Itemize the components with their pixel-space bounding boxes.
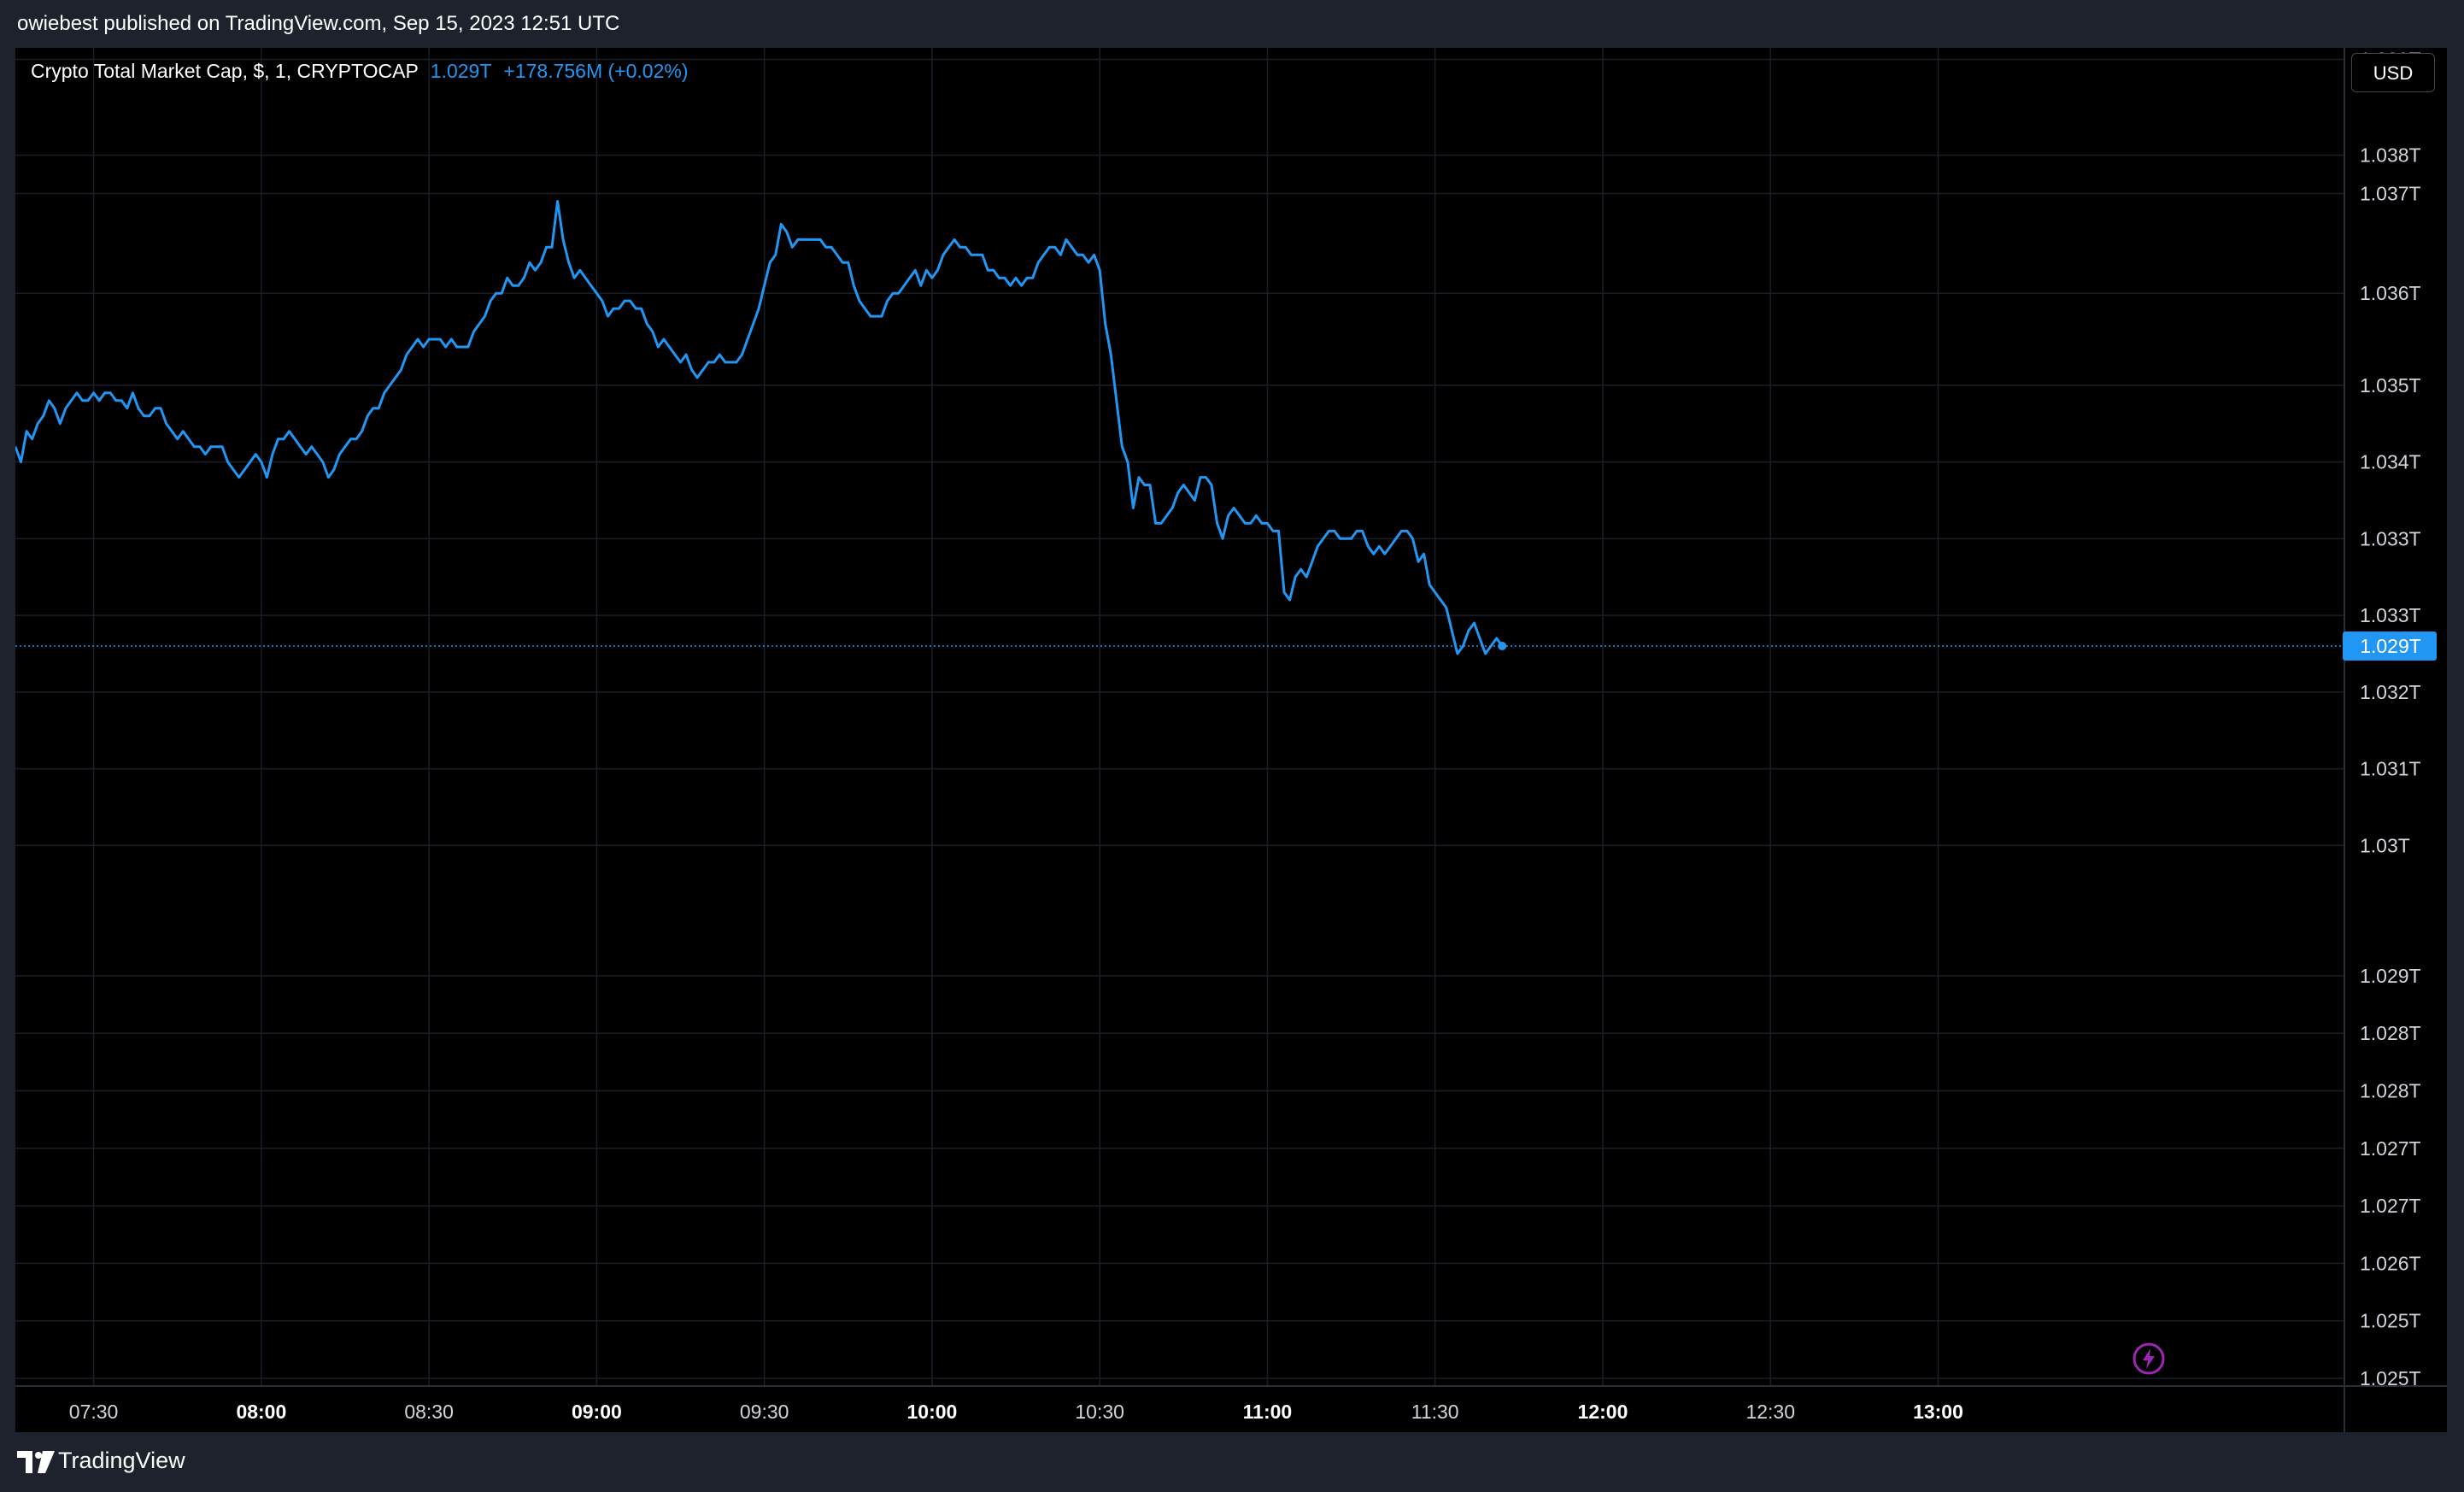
x-tick-label: 07:30 <box>69 1401 119 1423</box>
y-tick-label: 1.027T <box>2360 1195 2421 1217</box>
y-tick-label: 1.033T <box>2360 527 2421 549</box>
y-tick-label: 1.035T <box>2360 374 2421 396</box>
y-tick-label: 1.036T <box>2360 282 2421 304</box>
grid <box>15 48 2344 1386</box>
footer: TradingView <box>0 1432 2464 1492</box>
tradingview-brand[interactable]: TradingView <box>58 1448 185 1474</box>
time-axis[interactable]: 07:30 08:00 08:30 09:00 09:30 10:00 10:30 11:00… <box>69 1401 1963 1423</box>
y-tick-label: 1.027T <box>2360 1137 2421 1160</box>
y-tick-label: 1.037T <box>2360 183 2421 205</box>
x-tick-label: 10:00 <box>906 1401 957 1423</box>
change-value: +178.756M (+0.02%) <box>503 60 689 82</box>
y-tick-label: 1.028T <box>2360 1022 2421 1044</box>
top-bar: owiebest published on TradingView.com, S… <box>0 0 2464 48</box>
y-tick-label: 1.033T <box>2360 604 2421 626</box>
chart-area[interactable]: 1.039T1.038T1.037T1.036T1.035T1.034T1.03… <box>15 48 2447 1432</box>
last-value: 1.029T <box>430 60 492 82</box>
y-tick-label: 1.031T <box>2360 758 2421 780</box>
x-tick-label: 12:00 <box>1578 1401 1628 1423</box>
currency-button[interactable]: USD <box>2351 53 2435 92</box>
x-tick-label: 10:30 <box>1075 1401 1124 1423</box>
y-tick-label: 1.038T <box>2360 144 2421 167</box>
y-tick-label: 1.034T <box>2360 451 2421 473</box>
y-tick-label: 1.028T <box>2360 1079 2421 1101</box>
svg-text:1.029T: 1.029T <box>2360 635 2421 657</box>
published-info: owiebest published on TradingView.com, S… <box>17 12 620 35</box>
x-tick-label: 11:00 <box>1243 1401 1293 1423</box>
x-tick-label: 11:30 <box>1411 1401 1459 1423</box>
y-tick-label: 1.029T <box>2360 965 2421 987</box>
x-tick-label: 13:00 <box>1913 1401 1963 1423</box>
y-tick-label: 1.025T <box>2360 1310 2421 1332</box>
price-chart[interactable]: 1.039T1.038T1.037T1.036T1.035T1.034T1.03… <box>15 48 2447 1432</box>
y-tick-label: 1.025T <box>2360 1367 2421 1389</box>
symbol-title[interactable]: Crypto Total Market Cap, $, 1, CRYPTOCAP <box>31 60 419 82</box>
last-price-point <box>1498 641 1507 650</box>
current-price-label: 1.029T <box>2343 631 2437 661</box>
tradingview-logo-icon[interactable] <box>17 1451 55 1473</box>
chart-legend[interactable]: Crypto Total Market Cap, $, 1, CRYPTOCAP… <box>31 60 689 83</box>
x-tick-label: 09:00 <box>572 1401 622 1423</box>
y-tick-label: 1.026T <box>2360 1252 2421 1274</box>
x-tick-label: 12:30 <box>1745 1401 1795 1423</box>
y-tick-label: 1.032T <box>2360 681 2421 703</box>
x-tick-label: 08:00 <box>236 1401 286 1423</box>
price-axis[interactable]: 1.039T1.038T1.037T1.036T1.035T1.034T1.03… <box>2360 48 2421 1389</box>
lightning-bolt-icon[interactable] <box>2132 1342 2166 1376</box>
y-tick-label: 1.03T <box>2360 834 2410 856</box>
x-tick-label: 08:30 <box>404 1401 454 1423</box>
series-line <box>15 200 1504 655</box>
x-tick-label: 09:30 <box>740 1401 789 1423</box>
